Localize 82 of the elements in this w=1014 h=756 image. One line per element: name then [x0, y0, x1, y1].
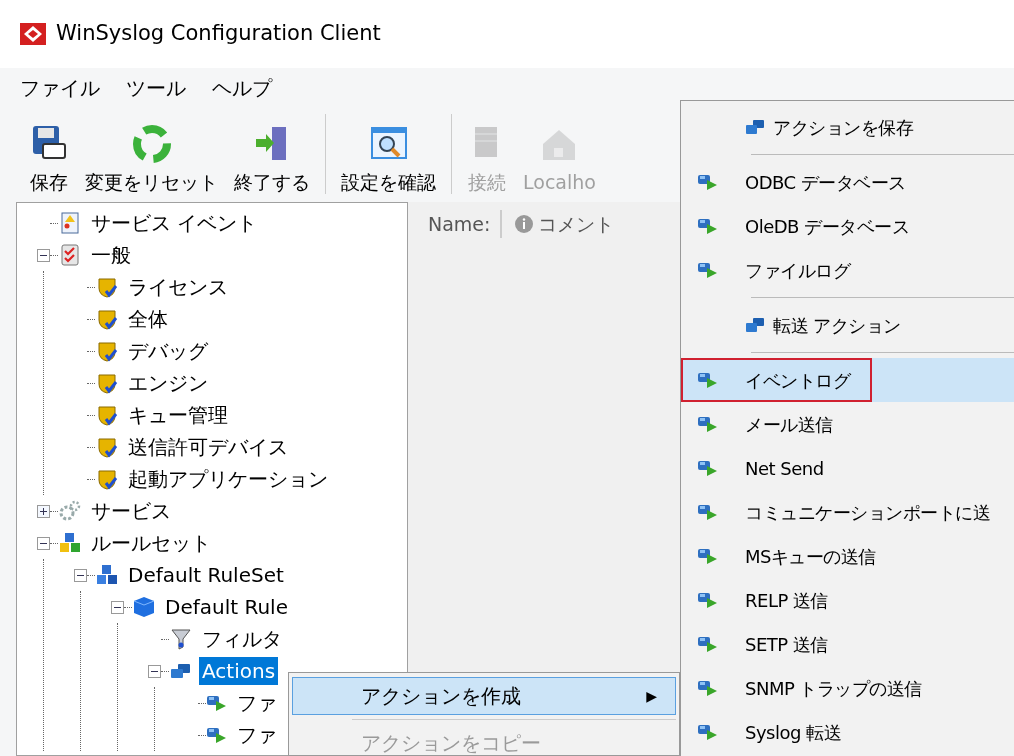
tree-item[interactable]: ルールセット	[88, 529, 214, 557]
menu-item[interactable]: Syslog 転送	[681, 710, 1014, 754]
menu-item[interactable]: アクションを作成 ▶	[292, 677, 676, 715]
tree-item[interactable]: サービス イベント	[88, 209, 261, 237]
tree-item[interactable]: Default RuleSet	[125, 561, 287, 589]
tree-item[interactable]: ライセンス	[125, 273, 231, 301]
tree-item[interactable]: 送信許可デバイス	[125, 433, 291, 461]
shield-icon	[95, 339, 119, 363]
action-icon	[697, 172, 719, 192]
tree-item[interactable]: デバッグ	[125, 337, 211, 365]
action-icon	[697, 216, 719, 236]
menu-item[interactable]: ファイル	[20, 73, 100, 103]
funnel-icon	[169, 627, 193, 651]
menu-item[interactable]: メール送信	[681, 402, 1014, 446]
collapse-toggle[interactable]	[37, 248, 50, 262]
tree-item[interactable]: キュー管理	[125, 401, 231, 429]
menu-item[interactable]: ヘルプ	[212, 73, 272, 103]
action-icon	[697, 634, 719, 654]
notepad-icon	[58, 211, 82, 235]
action-icon	[697, 546, 719, 566]
tree-item[interactable]: Default Rule	[162, 593, 291, 621]
menu-item[interactable]: アクションを保存	[681, 105, 1014, 149]
toolbar-button[interactable]: 変更をリセット	[84, 123, 219, 196]
menu-item[interactable]: RELP 送信	[681, 578, 1014, 622]
shield-icon	[95, 307, 119, 331]
menu-item[interactable]: ODBC データベース	[681, 160, 1014, 204]
action-icon	[206, 693, 228, 713]
tree-item[interactable]: エンジン	[125, 369, 211, 397]
windows-icon	[745, 119, 765, 135]
action-icon	[697, 590, 719, 610]
highlight-outline: イベントログ	[681, 358, 872, 402]
info-icon	[514, 214, 535, 234]
tree-item[interactable]: 一般	[88, 241, 134, 269]
cubes-icon	[95, 563, 119, 587]
menu-item[interactable]: 転送 アクション	[681, 303, 1014, 347]
cubes-icon	[58, 531, 82, 555]
menu-item[interactable]: Net Send	[681, 446, 1014, 490]
collapse-toggle[interactable]	[74, 568, 87, 582]
toolbar-button[interactable]: 保存	[28, 123, 70, 196]
tree-item[interactable]: サービス	[88, 497, 174, 525]
action-icon	[697, 722, 719, 742]
collapse-toggle[interactable]	[148, 664, 161, 678]
menu-item[interactable]: MSキューの送信	[681, 534, 1014, 578]
checklist-icon	[58, 243, 82, 267]
tree-item[interactable]: ファ	[234, 689, 280, 717]
menu-item[interactable]: SNMP トラップの送信	[681, 666, 1014, 710]
shield-icon	[95, 275, 119, 299]
gears-icon	[58, 499, 82, 523]
tree-item[interactable]: 起動アプリケーション	[125, 465, 331, 493]
toolbar-button[interactable]: 設定を確認	[340, 123, 437, 196]
shield-icon	[95, 403, 119, 427]
action-icon	[697, 370, 719, 390]
menu-item[interactable]: イベントログ	[681, 358, 1014, 402]
tree-item[interactable]: Actions	[199, 657, 279, 685]
tree-item[interactable]: フィルタ	[199, 625, 285, 653]
expand-toggle[interactable]	[37, 504, 50, 518]
shield-icon	[95, 435, 119, 459]
app-logo-icon	[20, 23, 46, 45]
tree-item[interactable]: ファ	[234, 721, 280, 749]
windows-icon	[745, 317, 765, 333]
action-icon	[206, 725, 228, 745]
toolbar-button[interactable]: 終了する	[233, 123, 311, 196]
menu-item[interactable]: ファイルログ	[681, 248, 1014, 292]
shield-icon	[95, 467, 119, 491]
cube-icon	[132, 595, 156, 619]
collapse-toggle[interactable]	[37, 536, 50, 550]
menu-item[interactable]: OleDB データベース	[681, 204, 1014, 248]
action-icon	[697, 458, 719, 478]
column-header[interactable]: コメント	[514, 209, 615, 239]
menu-item[interactable]: コミュニケーションポートに送	[681, 490, 1014, 534]
collapse-toggle[interactable]	[111, 600, 124, 614]
shield-icon	[95, 371, 119, 395]
menu-item[interactable]: SETP 送信	[681, 622, 1014, 666]
action-icon	[697, 502, 719, 522]
recycle-icon	[131, 123, 172, 164]
action-icon	[697, 678, 719, 698]
tree-item[interactable]: 全体	[125, 305, 171, 333]
action-icon	[697, 260, 719, 280]
window-title: WinSyslog Configuration Client	[56, 20, 381, 48]
menu-item[interactable]: ツール	[126, 73, 186, 103]
column-header[interactable]: Name:	[428, 209, 503, 239]
action-icon	[697, 414, 719, 434]
